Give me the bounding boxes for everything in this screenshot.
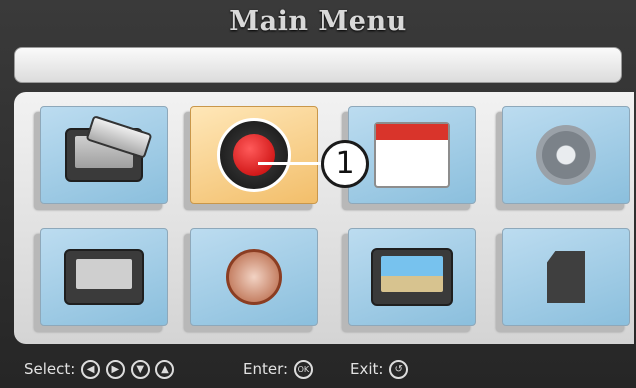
menu-item-settings[interactable] bbox=[496, 100, 634, 210]
menu-item-playback-search[interactable] bbox=[342, 222, 482, 332]
record-icon bbox=[217, 118, 291, 192]
exit-hint-label: Exit: bbox=[350, 360, 384, 378]
select-hint-label: Select: bbox=[24, 360, 76, 378]
back-arrow-icon: ↺ bbox=[389, 360, 409, 379]
callout-leader-line bbox=[258, 162, 322, 165]
menu-item-camera-view[interactable] bbox=[34, 100, 174, 210]
menu-item-sd-card[interactable] bbox=[496, 222, 634, 332]
info-bar bbox=[14, 47, 622, 83]
page-title: Main Menu bbox=[229, 6, 407, 37]
main-menu-screen: Main Menu 1 Select: ◀ ▶ ▼ ▲ Enter: OK Ex… bbox=[0, 0, 636, 388]
ok-button-icon: OK bbox=[293, 360, 313, 379]
down-arrow-icon: ▼ bbox=[130, 360, 150, 379]
monitor-icon bbox=[64, 249, 144, 305]
sd-card-icon bbox=[547, 251, 585, 303]
calendar-icon bbox=[374, 122, 450, 188]
footer-hints: Select: ◀ ▶ ▼ ▲ Enter: OK Exit: ↺ bbox=[0, 352, 636, 388]
right-arrow-icon: ▶ bbox=[105, 360, 125, 379]
enter-hint-label: Enter: bbox=[243, 360, 289, 378]
image-search-icon bbox=[371, 248, 453, 306]
callout-badge: 1 bbox=[321, 140, 369, 188]
clock-icon bbox=[226, 249, 282, 305]
menu-item-monitor[interactable] bbox=[34, 222, 174, 332]
menu-grid bbox=[14, 92, 634, 344]
gear-icon bbox=[536, 125, 596, 185]
menu-item-record[interactable] bbox=[184, 100, 324, 210]
up-arrow-icon: ▲ bbox=[155, 360, 175, 379]
menu-item-alarm-clock[interactable] bbox=[184, 222, 324, 332]
left-arrow-icon: ◀ bbox=[81, 360, 101, 379]
